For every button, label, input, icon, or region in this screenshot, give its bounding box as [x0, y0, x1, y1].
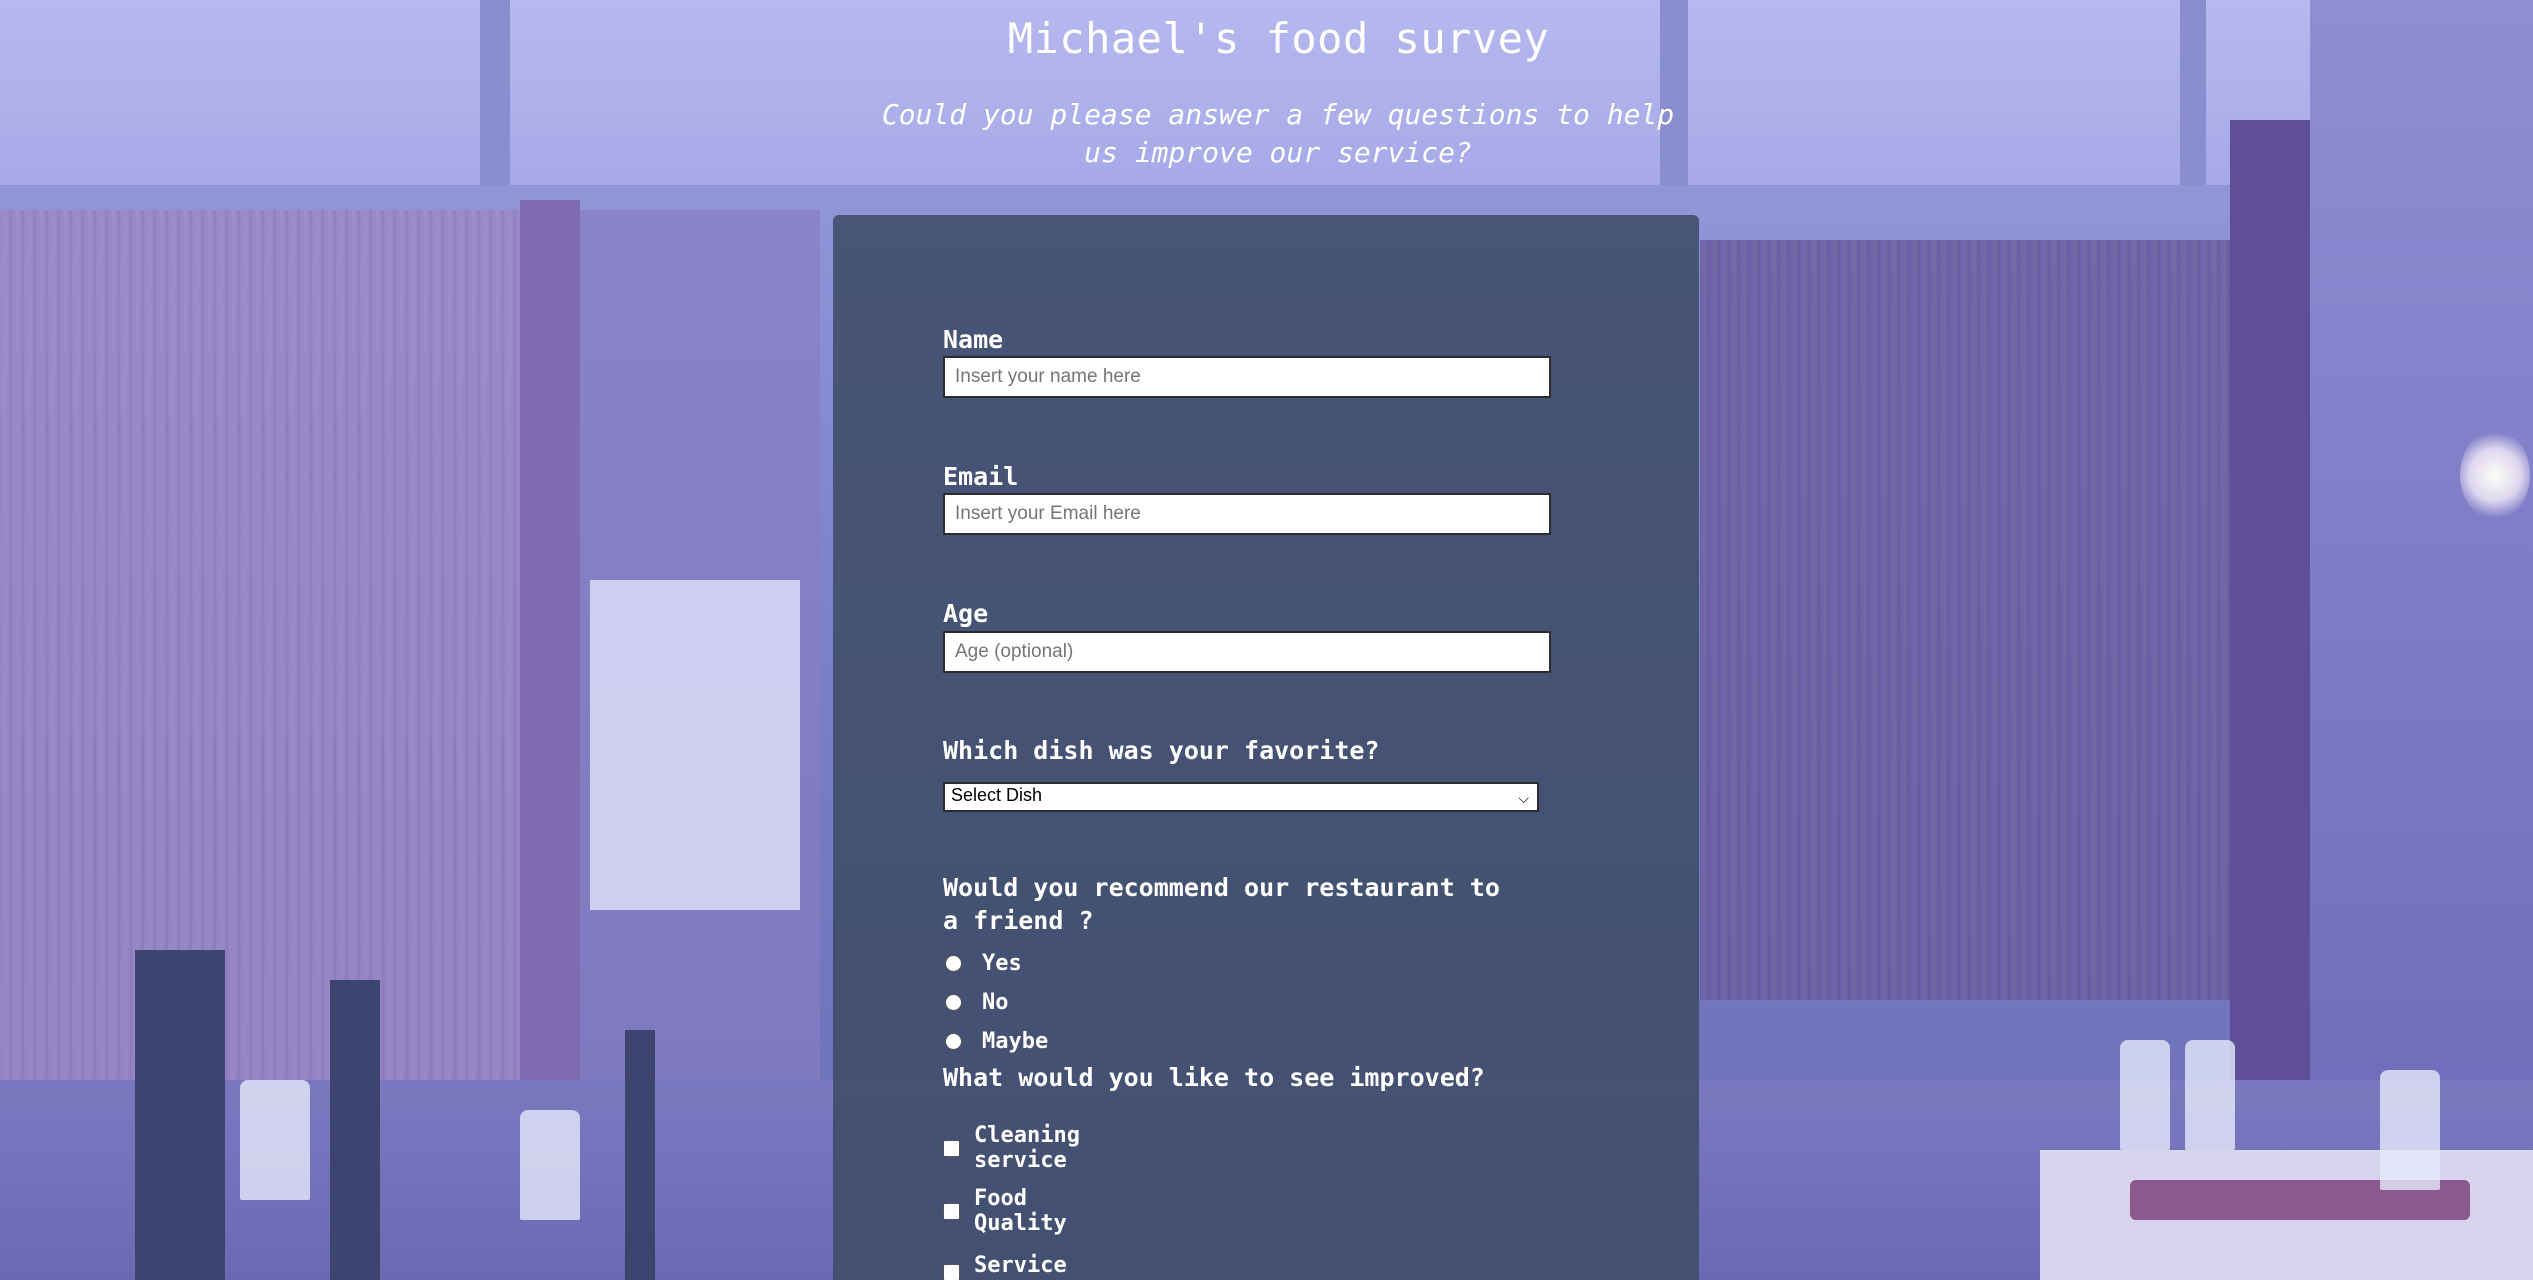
- recommend-option-maybe[interactable]: Maybe: [943, 1029, 1048, 1054]
- checkbox[interactable]: [943, 1139, 960, 1157]
- chevron-down-icon: ⌵: [1518, 790, 1529, 806]
- radio-button[interactable]: [945, 994, 962, 1011]
- improve-option-service[interactable]: Service: [943, 1250, 1094, 1280]
- checkbox-label: Food Quality: [974, 1186, 1067, 1236]
- radio-label: Maybe: [982, 1029, 1049, 1054]
- checkbox[interactable]: [943, 1202, 960, 1220]
- checkbox-label: Cleaning service: [974, 1123, 1080, 1173]
- name-input[interactable]: [943, 356, 1551, 398]
- name-label: Name: [943, 325, 1004, 354]
- email-input[interactable]: [943, 493, 1551, 535]
- recommend-question-label: Would you recommend our restaurant to a …: [943, 873, 1500, 935]
- dish-question-label: Which dish was your favorite?: [943, 736, 1380, 765]
- improve-option-food-quality[interactable]: Food Quality: [943, 1186, 1067, 1236]
- radio-button[interactable]: [945, 1033, 962, 1050]
- radio-label: Yes: [982, 951, 1022, 976]
- recommend-option-yes[interactable]: Yes: [943, 951, 1022, 976]
- radio-label: No: [982, 990, 1009, 1015]
- page-title: Michael's food survey: [1007, 14, 1550, 63]
- age-input[interactable]: [943, 631, 1551, 673]
- age-label: Age: [943, 599, 989, 628]
- improve-option-cleaning[interactable]: Cleaning service: [943, 1123, 1094, 1173]
- recommend-option-no[interactable]: No: [943, 990, 1009, 1015]
- checkbox[interactable]: [943, 1264, 960, 1280]
- dish-select-value: Select Dish: [951, 785, 1043, 805]
- checkbox-label: Service: [974, 1253, 1067, 1278]
- page-subtitle: Could you please answer a few questions …: [881, 98, 1675, 169]
- radio-button[interactable]: [945, 955, 962, 972]
- survey-form: Name Email Age Which dish was your favor…: [833, 215, 1699, 1280]
- dish-select[interactable]: Select Dish ⌵: [943, 782, 1539, 812]
- improve-question-label: What would you like to see improved?: [943, 1063, 1485, 1092]
- email-label: Email: [943, 462, 1019, 491]
